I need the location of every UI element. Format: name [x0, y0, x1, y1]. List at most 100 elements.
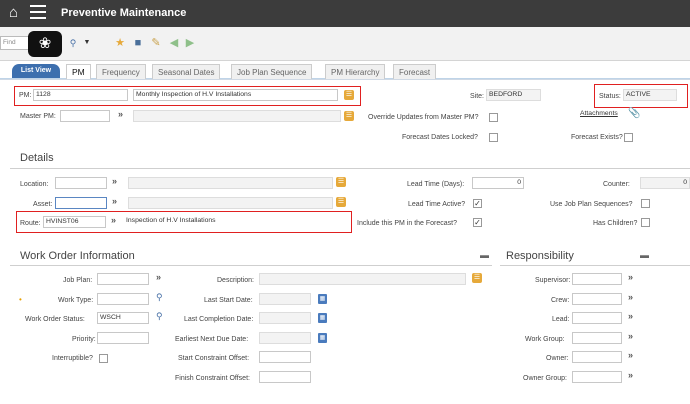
location-field[interactable] [55, 177, 107, 189]
route-field[interactable]: HVINST06 [43, 216, 106, 228]
search-dropdown-icon[interactable]: ▼ [80, 36, 94, 50]
app-header: ⌂ Preventive Maintenance [0, 0, 690, 27]
master-pm-field[interactable] [60, 110, 110, 122]
new-record-icon[interactable]: ★ [113, 36, 127, 50]
last-completion-field [259, 312, 311, 324]
detail-menu-icon[interactable]: » [112, 176, 117, 186]
responsibility-section-title: Responsibility [506, 250, 574, 262]
finish-constraint-field[interactable] [259, 371, 311, 383]
calendar-icon[interactable]: ▦ [318, 333, 327, 343]
forecast-locked-label: Forecast Dates Locked? [402, 134, 478, 141]
tab-pm-hierarchy[interactable]: PM Hierarchy [325, 64, 386, 79]
priority-label: Priority: [72, 336, 96, 343]
owner-field[interactable] [572, 351, 622, 363]
tab-frequency[interactable]: Frequency [96, 64, 146, 79]
brain-logo-icon: ❀ [28, 31, 62, 57]
detail-menu-icon[interactable]: » [118, 109, 123, 119]
lookup-icon[interactable]: ☰ [336, 197, 346, 207]
details-section-title: Details [20, 152, 54, 164]
start-constraint-field[interactable] [259, 351, 311, 363]
tab-seasonal-dates[interactable]: Seasonal Dates [152, 64, 221, 79]
lookup-icon[interactable]: ☰ [344, 111, 354, 121]
asset-field[interactable] [55, 197, 107, 209]
save-icon[interactable]: ■ [131, 36, 145, 50]
interruptible-checkbox[interactable] [99, 354, 108, 363]
lead-time-active-checkbox[interactable]: ✓ [473, 199, 482, 208]
tab-forecast[interactable]: Forecast [393, 64, 437, 79]
detail-menu-icon[interactable]: » [628, 292, 633, 302]
location-label: Location: [20, 181, 49, 188]
owner-group-label: Owner Group: [523, 375, 567, 382]
search-icon[interactable]: ⚲ [156, 311, 163, 322]
lookup-icon[interactable]: ☰ [344, 90, 354, 100]
attachments-link[interactable]: Attachments [580, 110, 618, 117]
override-checkbox[interactable] [489, 113, 498, 122]
calendar-icon[interactable]: ▦ [318, 313, 327, 323]
tab-pm[interactable]: PM [66, 64, 91, 79]
use-job-plan-label: Use Job Plan Sequences? [550, 201, 633, 208]
crew-label: Crew: [551, 297, 570, 304]
include-forecast-checkbox[interactable]: ✓ [473, 218, 482, 227]
route-label: Route: [20, 220, 41, 227]
priority-field[interactable] [97, 332, 149, 344]
detail-menu-icon[interactable]: » [628, 311, 633, 321]
status-label: Status: [599, 93, 621, 100]
page-title: Preventive Maintenance [61, 7, 187, 19]
counter-label: Counter: [603, 181, 630, 188]
master-pm-description-field [133, 110, 341, 122]
detail-menu-icon[interactable]: » [628, 272, 633, 282]
finish-constraint-label: Finish Constraint Offset: [175, 375, 250, 382]
menu-icon[interactable] [30, 5, 46, 19]
pm-number-field[interactable]: 1128 [33, 89, 128, 101]
use-job-plan-checkbox[interactable] [641, 199, 650, 208]
section-menu-icon[interactable]: ▬ [640, 250, 649, 260]
lead-time-days-label: Lead Time (Days): [407, 181, 465, 188]
search-icon[interactable]: ⚲ [156, 292, 163, 303]
location-description-field [128, 177, 333, 189]
include-forecast-label: Include this PM in the Forecast? [357, 220, 457, 227]
wo-status-field[interactable]: WSCH [97, 312, 149, 324]
attachment-icon[interactable]: 📎 [628, 108, 640, 119]
next-icon[interactable]: ▶ [183, 36, 197, 50]
edit-icon[interactable]: ✎ [149, 36, 163, 50]
job-plan-description-field [259, 273, 466, 285]
counter-field: 0 [640, 177, 690, 189]
detail-menu-icon[interactable]: » [156, 272, 161, 282]
work-group-field[interactable] [572, 332, 622, 344]
calendar-icon[interactable]: ▦ [318, 294, 327, 304]
detail-menu-icon[interactable]: » [111, 215, 116, 225]
detail-menu-icon[interactable]: » [628, 370, 633, 380]
forecast-locked-checkbox[interactable] [489, 133, 498, 142]
detail-menu-icon[interactable]: » [628, 331, 633, 341]
toolbar [0, 27, 690, 61]
pm-description-field[interactable]: Monthly Inspection of H.V Installations [133, 89, 338, 101]
has-children-checkbox [641, 218, 650, 227]
detail-menu-icon[interactable]: » [628, 350, 633, 360]
lead-label: Lead: [552, 316, 570, 323]
lookup-icon[interactable]: ☰ [472, 273, 482, 283]
lead-time-days-field[interactable]: 0 [472, 177, 524, 189]
details-divider [10, 168, 690, 169]
status-field: ACTIVE [623, 89, 677, 101]
supervisor-label: Supervisor: [535, 277, 571, 284]
crew-field[interactable] [572, 293, 622, 305]
job-plan-field[interactable] [97, 273, 149, 285]
owner-group-field[interactable] [572, 371, 622, 383]
work-type-field[interactable] [97, 293, 149, 305]
interruptible-label: Interruptible? [52, 355, 93, 362]
detail-menu-icon[interactable]: » [112, 196, 117, 206]
supervisor-field[interactable] [572, 273, 622, 285]
tab-job-plan-sequence[interactable]: Job Plan Sequence [231, 64, 313, 79]
wo-status-label: Work Order Status: [25, 316, 85, 323]
search-icon[interactable]: ⚲ [66, 36, 80, 50]
home-icon[interactable]: ⌂ [9, 5, 18, 20]
asset-label: Asset: [33, 201, 53, 208]
prev-icon[interactable]: ◀ [167, 36, 181, 50]
tab-list-view[interactable]: List View [12, 64, 60, 78]
lead-time-active-label: Lead Time Active? [408, 201, 466, 208]
find-input[interactable]: Find [0, 36, 30, 50]
lead-field[interactable] [572, 312, 622, 324]
owner-label: Owner: [546, 355, 569, 362]
lookup-icon[interactable]: ☰ [336, 177, 346, 187]
section-menu-icon[interactable]: ▬ [480, 250, 489, 260]
